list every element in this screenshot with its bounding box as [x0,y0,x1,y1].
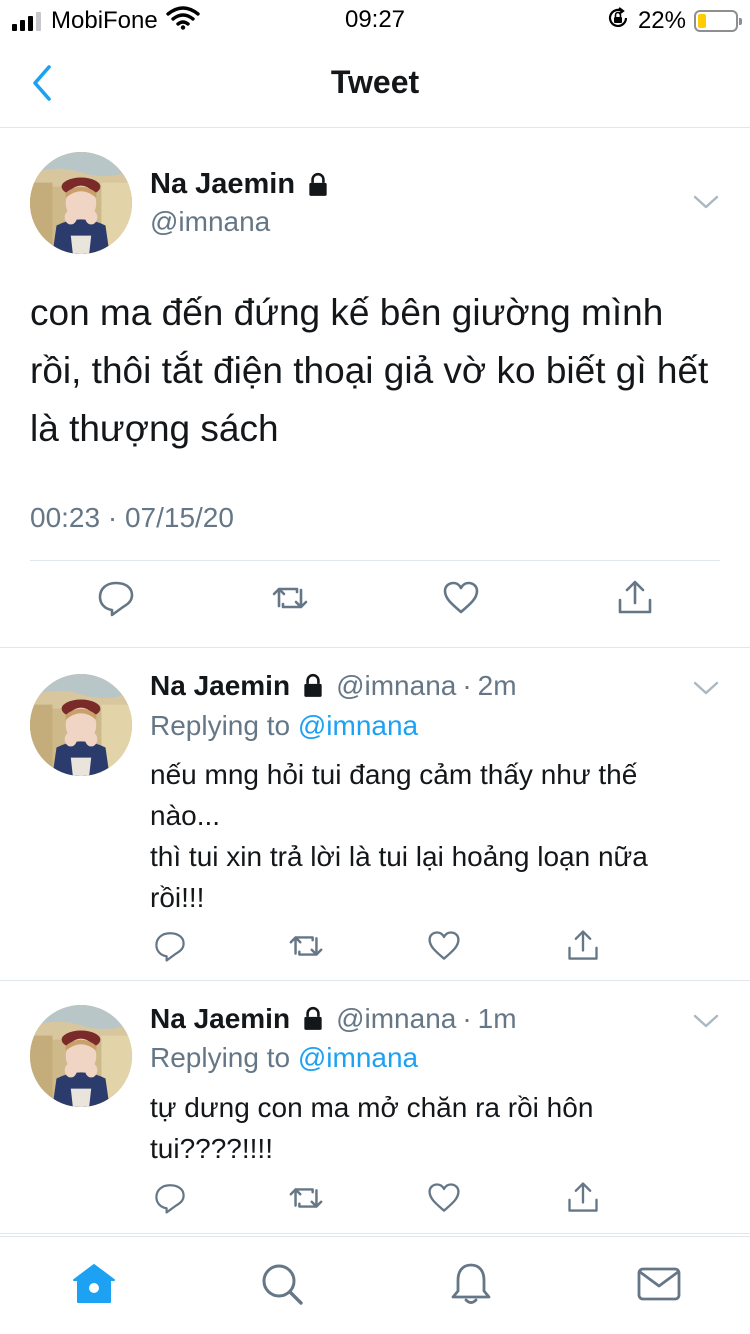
nav-bar: Tweet [0,40,750,128]
like-icon [426,1180,462,1216]
reply-button[interactable] [96,578,136,618]
battery-icon [694,9,742,32]
battery-level-fill [698,13,706,28]
replying-to: Replying to @imnana [150,710,418,742]
avatar[interactable] [30,674,132,776]
like-icon [426,928,462,964]
reply-text-line: nếu mng hỏi tui đang cảm thấy như thế nà… [150,759,638,831]
like-button[interactable] [424,926,464,966]
chevron-down-icon[interactable] [692,678,720,698]
separator-dot: · [462,670,472,701]
lock-icon [300,1006,326,1032]
battery-percent: 22% [637,6,686,34]
home-icon [73,1264,115,1303]
status-bar: MobiFone 09:27 22% [0,0,750,40]
tab-messages[interactable] [634,1259,684,1309]
retweet-icon [287,1179,325,1217]
tweet-author[interactable]: Na Jaemin [150,168,331,201]
retweet-button[interactable] [270,578,310,618]
reply-time: 2m [477,670,517,701]
author-handle: @imnana [336,670,457,701]
main-tweet: Na Jaemin @imnana con ma đến đứng kế bên… [0,128,750,648]
reply-time: 1m [477,1003,517,1034]
share-icon [565,928,601,964]
share-button[interactable] [563,1178,603,1218]
replying-mention[interactable]: @imnana [298,1042,418,1073]
chevron-down-icon[interactable] [692,192,720,212]
author-handle: @imnana [336,1003,457,1034]
like-button[interactable] [424,1178,464,1218]
lock-icon [305,172,331,198]
replying-to: Replying to @imnana [150,1042,418,1074]
orientation-lock-icon [606,6,630,35]
author-name[interactable]: Na Jaemin [150,670,290,702]
share-icon [615,578,655,618]
retweet-icon [270,578,310,618]
reply-text: nếu mng hỏi tui đang cảm thấy như thế nà… [150,754,710,918]
reply-text-line: tự dưng con ma mở chăn ra rồi hôn tui???… [150,1092,594,1164]
reply-tweet[interactable]: Na Jaemin @imnana · 2m Replying to @imna… [0,648,750,981]
separator-dot: · [462,1003,472,1034]
replying-label: Replying to [150,710,291,741]
tab-search[interactable] [257,1259,307,1309]
avatar[interactable] [30,1005,132,1107]
messages-icon [637,1267,681,1301]
page-title: Tweet [330,64,420,100]
tweet-timestamp: 00:23 · 07/15/20 [30,502,234,533]
tweet-text: con ma đến đứng kế bên giường mình rồi, … [30,292,709,449]
reply-text-line: thì tui xin trả lời là tui lại hoảng loạ… [150,841,648,913]
share-icon [565,1180,601,1216]
author-name[interactable]: Na Jaemin [150,1003,290,1035]
reply-button[interactable] [150,926,190,966]
tab-bar [0,1236,750,1334]
share-button[interactable] [563,926,603,966]
reply-actions [0,926,750,966]
retweet-button[interactable] [286,926,326,966]
reply-header: Na Jaemin @imnana · 1m [150,1003,517,1035]
reply-text: tự dưng con ma mở chăn ra rồi hôn tui???… [150,1087,710,1169]
author-handle: @imnana [150,206,271,237]
like-button[interactable] [441,578,481,618]
author-name: Na Jaemin [150,168,296,200]
tab-home[interactable] [69,1259,119,1309]
like-icon [441,578,481,618]
retweet-button[interactable] [286,1178,326,1218]
tab-notifications[interactable] [446,1259,496,1309]
search-icon [262,1264,303,1305]
reply-tweet[interactable]: Na Jaemin @imnana · 1m Replying to @imna… [0,981,750,1234]
reply-button[interactable] [150,1178,190,1218]
reply-icon [96,578,136,618]
reply-icon [153,1181,187,1215]
retweet-icon [287,927,325,965]
status-right: 22% [606,6,742,35]
avatar[interactable] [30,152,132,254]
chevron-down-icon[interactable] [692,1011,720,1031]
divider [30,560,720,561]
lock-icon [300,673,326,699]
reply-header: Na Jaemin @imnana · 2m [150,670,517,702]
notifications-icon [451,1263,491,1304]
share-button[interactable] [615,578,655,618]
replying-mention[interactable]: @imnana [298,710,418,741]
replying-label: Replying to [150,1042,291,1073]
reply-actions [0,1178,750,1218]
tweet-actions [0,578,750,628]
reply-icon [153,929,187,963]
